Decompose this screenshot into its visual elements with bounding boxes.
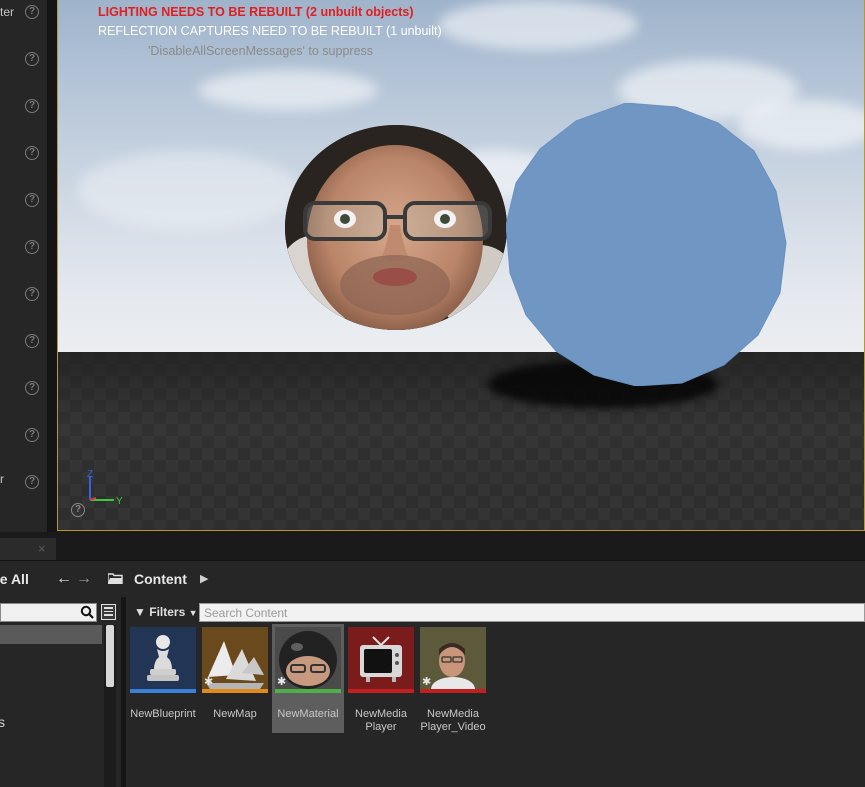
search-content-input[interactable] (200, 604, 864, 622)
help-icon[interactable]: ? (25, 428, 39, 442)
cloud (438, 0, 638, 50)
search-icon[interactable] (80, 605, 94, 619)
asset-type-bar (202, 689, 268, 693)
sources-selected-folder[interactable] (0, 625, 102, 644)
folder-icon (108, 573, 123, 584)
details-label: r (0, 472, 4, 486)
suppress-hint: 'DisableAllScreenMessages' to suppress (148, 44, 374, 58)
help-icon[interactable]: ? (25, 334, 39, 348)
sources-scrollbar[interactable] (104, 625, 116, 787)
cloud (198, 70, 378, 110)
help-icon[interactable]: ? (25, 475, 39, 489)
sources-panel: s (0, 597, 122, 787)
content-browser-tab[interactable]: × (0, 538, 56, 560)
back-arrow-icon[interactable]: ← (56, 570, 72, 588)
reflection-warning: REFLECTION CAPTURES NEED TO BE REBUILT (… (98, 24, 442, 38)
asset-type-bar (130, 689, 196, 693)
filters-button[interactable]: ▼ Filters ▼ (134, 605, 198, 619)
list-view-icon[interactable] (101, 604, 116, 620)
sources-item[interactable]: s (0, 714, 5, 730)
asset-type-bar (348, 689, 414, 693)
unsaved-icon: ✱ (422, 676, 432, 688)
search-content-field[interactable] (199, 603, 865, 622)
axis-y-label: Y (116, 496, 123, 507)
asset-tile-selected[interactable]: ✱ NewMaterial (272, 624, 344, 733)
axis-z-label: Z (87, 469, 93, 480)
level-viewport[interactable]: LIGHTING NEEDS TO BE REBUILT (2 unbuilt … (57, 0, 865, 531)
lighting-warning: LIGHTING NEEDS TO BE REBUILT (2 unbuilt … (98, 5, 414, 19)
unsaved-icon: ✱ (277, 676, 287, 688)
asset-thumbnail (130, 627, 196, 693)
asset-tile[interactable]: NewBlueprint (127, 624, 199, 733)
details-label: ter (0, 5, 15, 19)
asset-label: NewMap (213, 708, 257, 720)
cloud (78, 150, 298, 230)
asset-tile[interactable]: ✱ NewMedia Player_Video (417, 624, 489, 733)
textured-sphere[interactable] (285, 125, 507, 330)
asset-thumbnail: ✱ (275, 627, 341, 693)
asset-label: NewMedia Player (355, 708, 407, 733)
filter-icon: ▼ (134, 605, 146, 619)
asset-label: NewBlueprint (130, 708, 196, 720)
tv-icon (348, 627, 414, 693)
blue-sphere[interactable] (506, 103, 788, 386)
help-icon[interactable]: ? (25, 240, 39, 254)
help-icon[interactable]: ? (25, 193, 39, 207)
breadcrumb-content[interactable]: Content (134, 571, 187, 587)
close-icon[interactable]: × (38, 541, 46, 556)
asset-thumbnail (348, 627, 414, 693)
asset-tile[interactable]: NewMedia Player (345, 624, 417, 733)
help-icon[interactable]: ? (25, 287, 39, 301)
asset-label: NewMaterial (277, 708, 339, 720)
asset-thumbnail: ✱ (202, 627, 268, 693)
content-browser-toolbar: ve All ← → Content ▶ (0, 560, 865, 597)
asset-type-bar (275, 689, 341, 693)
chevron-down-icon: ▼ (188, 608, 198, 618)
help-icon[interactable]: ? (25, 99, 39, 113)
chevron-right-icon[interactable]: ▶ (200, 572, 208, 585)
face-texture (285, 125, 507, 330)
forward-arrow-icon[interactable]: → (76, 570, 92, 588)
filters-label: Filters (149, 605, 186, 619)
unreal-editor-window: ter ? ? ? ? ? ? ? ? ? ? r ? LIGHTING NEE… (0, 0, 865, 787)
help-icon[interactable]: ? (25, 146, 39, 160)
axis-gizmo: Z Y (87, 469, 123, 507)
save-all-button[interactable]: ve All (0, 571, 29, 587)
scrollbar-thumb[interactable] (106, 625, 114, 687)
asset-thumbnail: ✱ (420, 627, 486, 693)
sources-splitter[interactable] (122, 597, 126, 787)
help-icon[interactable]: ? (25, 5, 39, 19)
details-panel: ter ? ? ? ? ? ? ? ? ? ? r ? (0, 0, 48, 532)
pawn-icon (130, 627, 196, 693)
help-icon[interactable]: ? (25, 381, 39, 395)
content-browser-tab-strip: × (0, 538, 865, 560)
panel-splitter[interactable] (48, 0, 57, 532)
asset-tile[interactable]: ✱ NewMap (199, 624, 271, 733)
help-icon[interactable]: ? (25, 52, 39, 66)
asset-type-bar (420, 689, 486, 693)
content-browser-body: s ▼ Filters ▼ NewBlueprint (0, 597, 865, 787)
unsaved-icon: ✱ (204, 676, 214, 688)
viewport-help-icon[interactable]: ? (71, 503, 85, 517)
asset-label: NewMedia Player_Video (420, 708, 486, 733)
